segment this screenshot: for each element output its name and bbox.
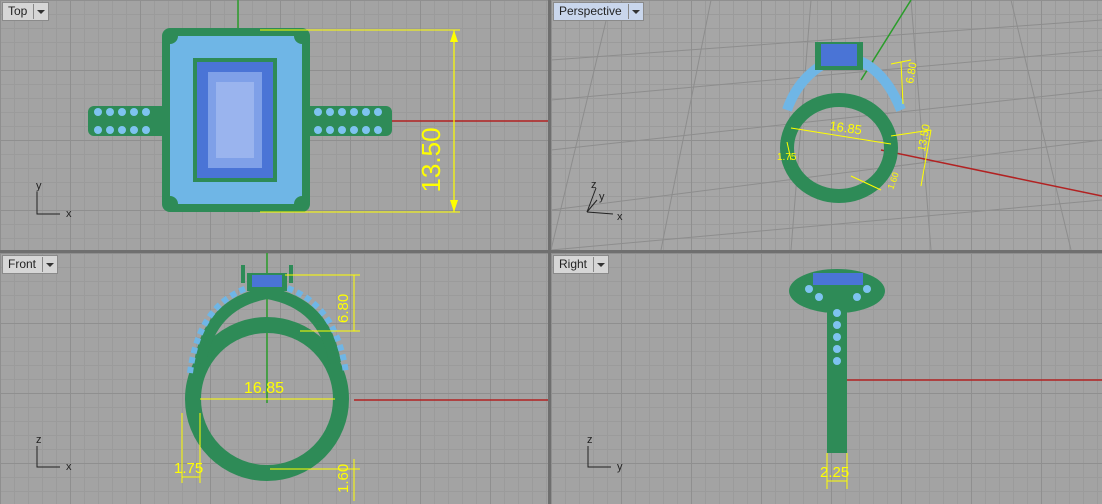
dim-side-label: 1.75	[777, 152, 797, 163]
x-axis-line	[880, 149, 1102, 197]
dim-width-label: 2.25	[820, 464, 849, 481]
axis-widget: z y	[587, 434, 623, 473]
viewport-title: Top	[8, 4, 28, 18]
dim-top-label: 6.80	[335, 294, 352, 323]
front-scene: 6.80 16.85 1.75 1.60 z x	[36, 253, 548, 501]
viewport-top[interactable]: Top 13.50 y x	[0, 0, 548, 250]
dropdown-arrow-icon[interactable]	[593, 257, 606, 272]
viewport-tab-top[interactable]: Top	[2, 2, 50, 21]
dropdown-arrow-icon[interactable]	[42, 257, 55, 272]
viewport-title: Right	[559, 257, 588, 271]
dim-width-label: 16.85	[244, 380, 284, 397]
dropdown-arrow-icon[interactable]	[627, 4, 640, 19]
axis-label-y: y	[617, 461, 623, 473]
dim-bottom-label: 1.60	[335, 464, 352, 493]
perspective-grid	[551, 0, 1102, 250]
axis-label-y: y	[599, 191, 605, 203]
halo	[162, 28, 310, 212]
center-stone	[252, 275, 282, 287]
viewport-tab-right[interactable]: Right	[553, 255, 610, 274]
viewport-right[interactable]: Right 2.25 z y	[551, 253, 1102, 504]
ring-model	[789, 269, 885, 453]
perspective-scene: 16.85 13.50 6.80 1.75 1.60 z y x	[551, 0, 1102, 250]
dim-side-label: 1.75	[174, 460, 203, 477]
viewport-splitter-horizontal[interactable]	[0, 250, 1102, 253]
axis-label-x: x	[66, 208, 72, 220]
axis-widget: z x	[36, 434, 72, 473]
top-scene: 13.50 y x	[36, 0, 548, 220]
dropdown-arrow-icon[interactable]	[33, 4, 46, 19]
viewport-tab-front[interactable]: Front	[2, 255, 59, 274]
viewport-perspective[interactable]: Perspective 16.85 13.50 6.80 1.75 1.60 z…	[551, 0, 1102, 250]
center-stone	[821, 44, 857, 66]
axis-label-y: y	[36, 180, 42, 192]
viewport-tab-perspective[interactable]: Perspective	[553, 2, 644, 21]
right-scene: 2.25 z y	[587, 269, 1102, 489]
axis-label-z: z	[36, 434, 42, 446]
axis-label-z: z	[587, 434, 593, 446]
dimension-label: 13.50	[416, 127, 446, 192]
axis-widget: z y x	[586, 179, 623, 223]
center-stone	[813, 273, 863, 285]
axis-widget: y x	[36, 180, 72, 220]
viewport-front[interactable]: Front 6.80 16.85 1.75 1.60 z x	[0, 253, 548, 504]
axis-label-x: x	[617, 211, 623, 223]
viewport-title: Perspective	[559, 4, 622, 18]
viewport-title: Front	[8, 257, 37, 271]
axis-label-x: x	[66, 461, 72, 473]
dim-height-label: 13.50	[916, 123, 933, 152]
axis-label-z: z	[591, 179, 597, 191]
ring-model	[185, 265, 349, 481]
